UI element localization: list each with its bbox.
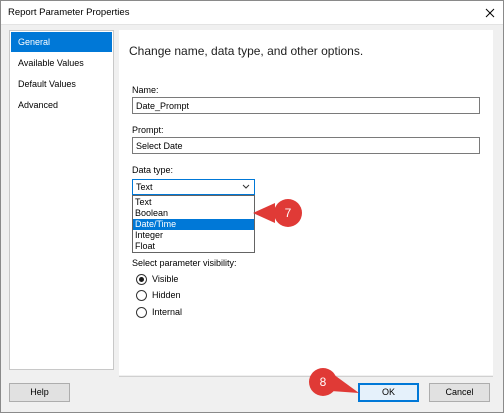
page-heading: Change name, data type, and other option… xyxy=(129,44,364,58)
help-button[interactable]: Help xyxy=(9,383,70,402)
data-type-label: Data type: xyxy=(132,165,174,175)
radio-label: Hidden xyxy=(152,290,181,300)
nav-item-default-values[interactable]: Default Values xyxy=(11,74,112,94)
radio-button[interactable] xyxy=(136,290,147,301)
nav-item-general[interactable]: General xyxy=(11,32,112,52)
step-7-label: 7 xyxy=(284,206,292,220)
step-8-callout: 8 xyxy=(307,367,363,397)
close-icon xyxy=(485,8,495,18)
data-type-option-float[interactable]: Float xyxy=(133,241,254,252)
prompt-field[interactable]: Select Date xyxy=(132,137,480,154)
chevron-down-icon xyxy=(242,184,250,189)
general-page: Change name, data type, and other option… xyxy=(119,30,493,375)
data-type-selected-value: Text xyxy=(136,182,153,192)
name-field[interactable]: Date_Prompt xyxy=(132,97,480,114)
radio-label: Visible xyxy=(152,274,179,284)
data-type-dropdown-list: Text Boolean Date/Time Integer Float xyxy=(132,195,255,253)
step-7-callout: 7 xyxy=(253,198,305,228)
ok-button[interactable]: OK xyxy=(358,383,419,402)
step-8-label: 8 xyxy=(319,375,327,389)
radio-button[interactable] xyxy=(136,274,147,285)
page-navigation: General Available Values Default Values … xyxy=(9,30,114,370)
visibility-label: Select parameter visibility: xyxy=(132,258,237,268)
report-parameter-properties-dialog: Report Parameter Properties General Avai… xyxy=(0,0,504,413)
radio-button[interactable] xyxy=(136,307,147,318)
radio-label: Internal xyxy=(152,307,183,317)
nav-item-available-values[interactable]: Available Values xyxy=(11,53,112,73)
footer-separator xyxy=(119,376,493,377)
cancel-button[interactable]: Cancel xyxy=(429,383,490,402)
name-label: Name: xyxy=(132,85,159,95)
data-type-option-text[interactable]: Text xyxy=(133,197,254,208)
nav-item-advanced[interactable]: Advanced xyxy=(11,95,112,115)
close-button[interactable] xyxy=(477,1,503,25)
window-title: Report Parameter Properties xyxy=(8,7,130,18)
data-type-option-date-time[interactable]: Date/Time xyxy=(133,219,254,230)
data-type-option-boolean[interactable]: Boolean xyxy=(133,208,254,219)
title-bar: Report Parameter Properties xyxy=(1,1,503,25)
prompt-label: Prompt: xyxy=(132,125,164,135)
data-type-option-integer[interactable]: Integer xyxy=(133,230,254,241)
data-type-select[interactable]: Text xyxy=(132,179,255,195)
